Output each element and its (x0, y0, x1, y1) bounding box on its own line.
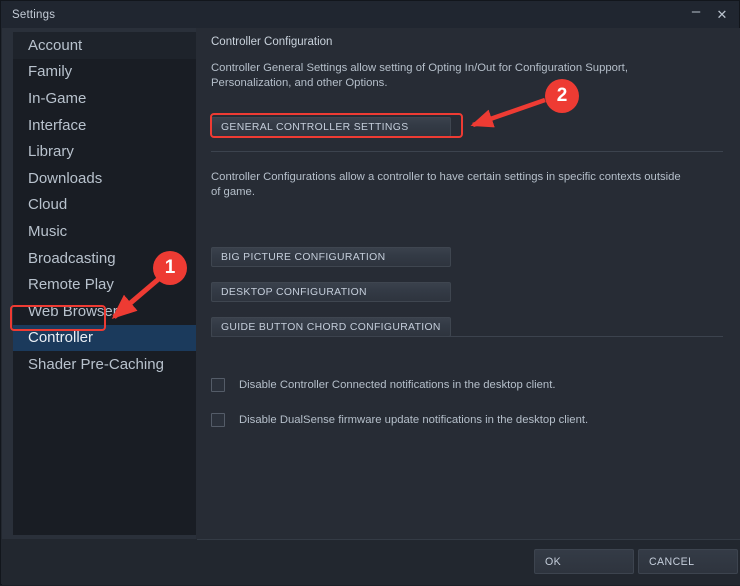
window-controls: – ✕ (683, 1, 735, 28)
checkbox-row-dualsense-firmware[interactable]: Disable DualSense firmware update notifi… (211, 413, 588, 427)
main-panel: Controller Configuration Controller Gene… (196, 28, 740, 539)
sidebar-item-shader-pre-caching[interactable]: Shader Pre-Caching (13, 351, 196, 378)
divider-top (211, 151, 723, 152)
cancel-button[interactable]: CANCEL (638, 549, 738, 574)
sidebar: Account Family In-Game Interface Library… (2, 28, 196, 539)
sidebar-item-controller[interactable]: Controller (13, 324, 196, 352)
title-bar: Settings – ✕ (1, 1, 739, 28)
sidebar-item-music[interactable]: Music (13, 218, 196, 245)
ok-button[interactable]: OK (534, 549, 634, 574)
sidebar-item-cloud[interactable]: Cloud (13, 192, 196, 219)
sidebar-item-downloads[interactable]: Downloads (13, 165, 196, 192)
footer-bar: OK CANCEL (2, 539, 740, 585)
sidebar-item-in-game[interactable]: In-Game (13, 85, 196, 112)
window-title: Settings (12, 8, 56, 21)
divider-bottom (211, 336, 723, 337)
sidebar-item-interface[interactable]: Interface (13, 112, 196, 139)
page-title: Controller Configuration (211, 36, 333, 48)
description-general-settings: Controller General Settings allow settin… (211, 62, 628, 89)
desktop-configuration-button[interactable]: DESKTOP CONFIGURATION (211, 282, 451, 302)
sidebar-list[interactable]: Account Family In-Game Interface Library… (13, 32, 196, 535)
big-picture-configuration-button[interactable]: BIG PICTURE CONFIGURATION (211, 247, 451, 267)
sidebar-item-broadcasting[interactable]: Broadcasting (13, 245, 196, 272)
checkbox-label-disable-dualsense-firmware: Disable DualSense firmware update notifi… (239, 414, 589, 426)
settings-window: Settings – ✕ Account Family In-Game Inte… (0, 0, 740, 585)
sidebar-item-web-browser[interactable]: Web Browser (13, 298, 196, 325)
checkbox-disable-dualsense-firmware[interactable] (211, 413, 225, 427)
sidebar-item-account[interactable]: Account (13, 32, 196, 59)
guide-button-chord-configuration-button[interactable]: GUIDE BUTTON CHORD CONFIGURATION (211, 317, 451, 337)
general-controller-settings-button[interactable]: GENERAL CONTROLLER SETTINGS (211, 117, 451, 137)
checkbox-label-disable-controller-connected: Disable Controller Connected notificatio… (239, 379, 556, 391)
close-icon[interactable]: ✕ (709, 4, 735, 26)
minimize-icon[interactable]: – (683, 1, 709, 29)
sidebar-item-library[interactable]: Library (13, 138, 196, 165)
checkbox-disable-controller-connected[interactable] (211, 378, 225, 392)
sidebar-item-remote-play[interactable]: Remote Play (13, 271, 196, 298)
description-configurations: Controller Configurations allow a contro… (211, 171, 681, 198)
checkbox-row-controller-connected[interactable]: Disable Controller Connected notificatio… (211, 378, 556, 392)
sidebar-item-family[interactable]: Family (13, 59, 196, 86)
footer-divider (197, 539, 740, 540)
